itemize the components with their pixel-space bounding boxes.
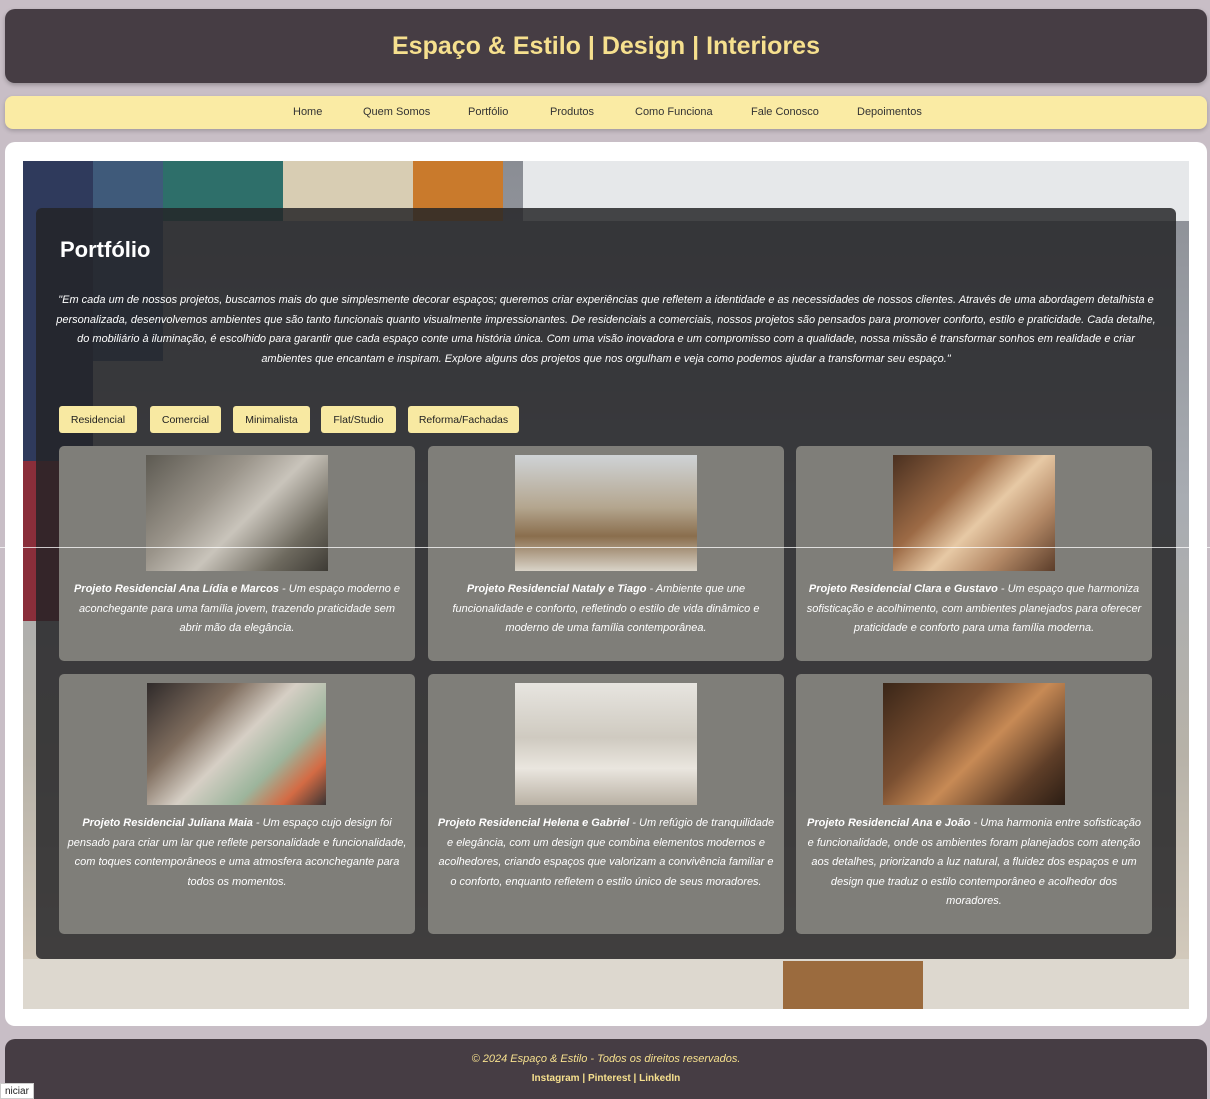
footer-link-linkedin[interactable]: LinkedIn <box>639 1073 680 1084</box>
project-desc: - Uma harmonia entre sofisticação e func… <box>807 817 1141 908</box>
nav-produtos[interactable]: Produtos <box>550 106 594 118</box>
nav-quem-somos[interactable]: Quem Somos <box>363 106 430 118</box>
project-photo <box>147 683 326 805</box>
main-nav: Home Quem Somos Portfólio Produtos Como … <box>5 96 1207 129</box>
filter-minimalista[interactable]: Minimalista <box>233 406 310 433</box>
project-caption: Projeto Residencial Juliana Maia - Um es… <box>67 814 407 892</box>
filter-reforma-fachadas[interactable]: Reforma/Fachadas <box>408 406 519 433</box>
portfolio-section: Portfólio "Em cada um de nossos projetos… <box>23 161 1189 1009</box>
project-name: Projeto Residencial Juliana Maia <box>82 817 253 829</box>
project-caption: Projeto Residencial Clara e Gustavo - Um… <box>804 580 1144 639</box>
project-card[interactable]: Projeto Residencial Nataly e Tiago - Amb… <box>428 446 784 661</box>
footer-copyright: © 2024 Espaço & Estilo - Todos os direit… <box>471 1053 741 1065</box>
site-header: Espaço & Estilo | Design | Interiores <box>5 9 1207 83</box>
project-name: Projeto Residencial Nataly e Tiago <box>466 583 647 595</box>
filter-comercial[interactable]: Comercial <box>150 406 221 433</box>
project-caption: Projeto Residencial Helena e Gabriel - U… <box>436 814 776 892</box>
project-photo <box>893 455 1055 571</box>
nav-como-funciona[interactable]: Como Funciona <box>635 106 713 118</box>
project-caption: Projeto Residencial Ana e João - Uma har… <box>804 814 1144 912</box>
project-card[interactable]: Projeto Residencial Helena e Gabriel - U… <box>428 674 784 934</box>
project-photo <box>883 683 1065 805</box>
project-photo <box>515 683 697 805</box>
project-caption: Projeto Residencial Ana Lídia e Marcos -… <box>67 580 407 639</box>
footer-link-instagram[interactable]: Instagram <box>532 1073 580 1084</box>
nav-depoimentos[interactable]: Depoimentos <box>857 106 922 118</box>
project-photo <box>146 455 328 571</box>
portfolio-panel: Portfólio "Em cada um de nossos projetos… <box>36 208 1176 959</box>
project-name: Projeto Residencial Clara e Gustavo <box>808 583 998 595</box>
portfolio-intro: "Em cada um de nossos projetos, buscamos… <box>56 294 1156 365</box>
footer-link-pinterest[interactable]: Pinterest <box>588 1073 631 1084</box>
project-name: Projeto Residencial Ana Lídia e Marcos <box>73 583 279 595</box>
background-wood-block <box>783 961 923 1009</box>
project-card[interactable]: Projeto Residencial Ana e João - Uma har… <box>796 674 1152 934</box>
filter-residencial[interactable]: Residencial <box>59 406 137 433</box>
project-name: Projeto Residencial Ana e João <box>807 817 971 829</box>
background-sketch <box>23 959 1189 1009</box>
nav-fale-conosco[interactable]: Fale Conosco <box>751 106 819 118</box>
nav-portfolio[interactable]: Portfólio <box>468 106 508 118</box>
filter-flat-studio[interactable]: Flat/Studio <box>321 406 396 433</box>
site-footer: © 2024 Espaço & Estilo - Todos os direit… <box>5 1039 1207 1099</box>
divider-line <box>0 547 1210 548</box>
project-card[interactable]: Projeto Residencial Clara e Gustavo - Um… <box>796 446 1152 661</box>
site-title: Espaço & Estilo | Design | Interiores <box>392 31 820 60</box>
browser-status-bar: niciar <box>0 1083 34 1099</box>
project-caption: Projeto Residencial Nataly e Tiago - Amb… <box>436 580 776 639</box>
project-card[interactable]: Projeto Residencial Juliana Maia - Um es… <box>59 674 415 934</box>
main-content: Portfólio "Em cada um de nossos projetos… <box>5 142 1207 1026</box>
project-name: Projeto Residencial Helena e Gabriel <box>437 817 630 829</box>
portfolio-title: Portfólio <box>60 237 151 262</box>
footer-links: Instagram | Pinterest | LinkedIn <box>531 1073 681 1084</box>
project-photo <box>515 455 697 571</box>
nav-home[interactable]: Home <box>293 106 322 118</box>
project-card[interactable]: Projeto Residencial Ana Lídia e Marcos -… <box>59 446 415 661</box>
